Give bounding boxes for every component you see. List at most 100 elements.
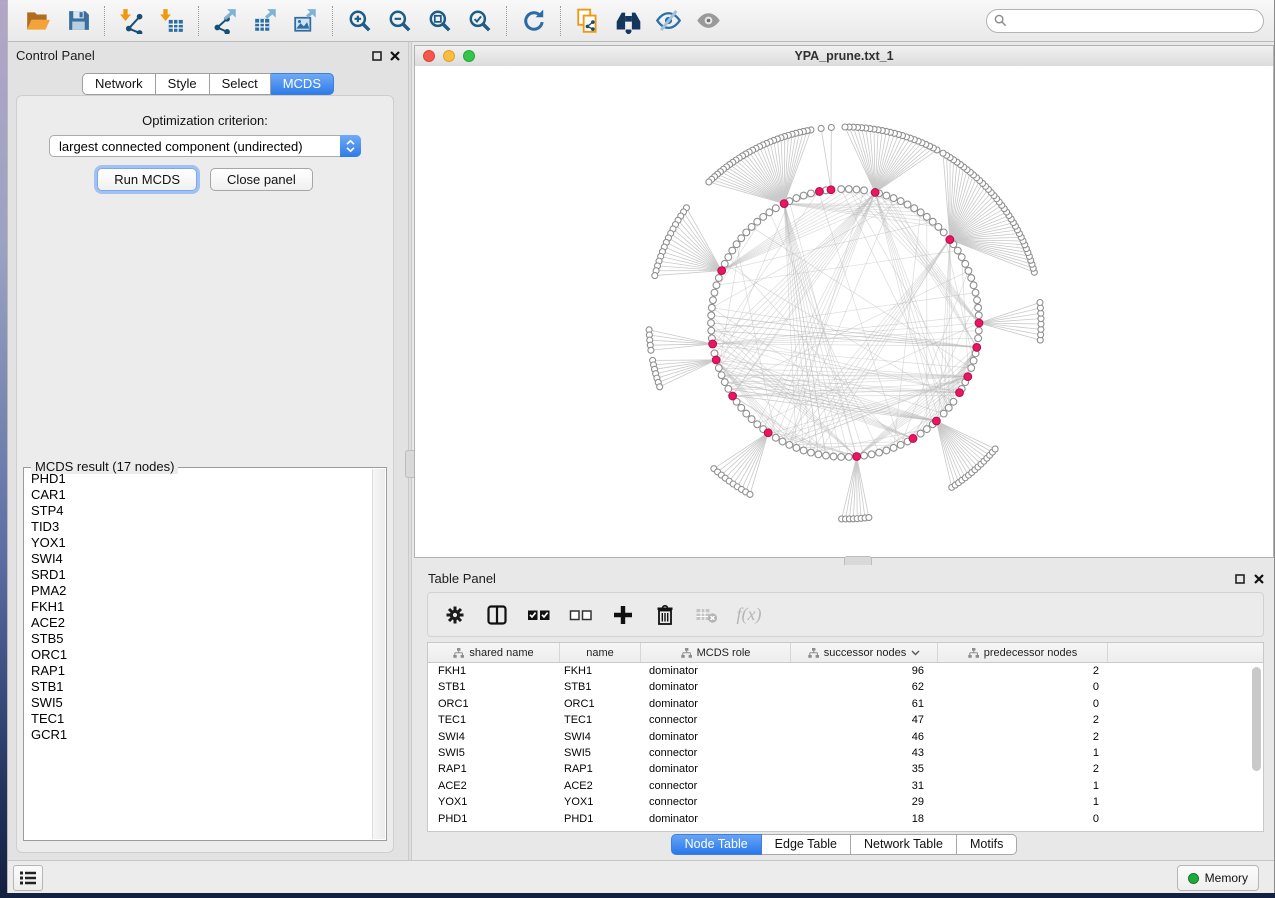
table-row[interactable]: ACE2ACE2connector311 xyxy=(428,778,1263,794)
table-cell: dominator xyxy=(641,696,791,712)
mcds-result-item[interactable]: STB1 xyxy=(25,679,373,695)
deselect-all-icon[interactable] xyxy=(566,600,596,630)
table-row[interactable]: RAP1RAP1dominator352 xyxy=(428,761,1263,777)
table-cell: SWI4 xyxy=(428,729,560,745)
refresh-view-icon[interactable] xyxy=(514,4,554,38)
float-panel-icon[interactable] xyxy=(372,48,382,66)
mcds-result-item[interactable]: PHD1 xyxy=(25,471,373,487)
search-input[interactable] xyxy=(986,9,1264,33)
open-file-icon[interactable] xyxy=(18,4,58,38)
column-header-MCDS-role[interactable]: MCDS role xyxy=(641,643,791,662)
table-row[interactable]: ORC1ORC1dominator610 xyxy=(428,696,1263,712)
toolbar-separator xyxy=(198,6,200,36)
mcds-list-scrollbar[interactable] xyxy=(372,469,385,839)
tab-node-table[interactable]: Node Table xyxy=(671,834,762,855)
table-cell: ORC1 xyxy=(560,696,641,712)
mcds-result-item[interactable]: STP4 xyxy=(25,503,373,519)
mcds-result-item[interactable]: CAR1 xyxy=(25,487,373,503)
tab-network-table[interactable]: Network Table xyxy=(851,834,957,855)
mcds-result-item[interactable]: ORC1 xyxy=(25,647,373,663)
column-header-label: shared name xyxy=(469,647,533,659)
tab-select[interactable]: Select xyxy=(210,73,271,95)
table-row[interactable]: YOX1YOX1connector291 xyxy=(428,794,1263,810)
table-row[interactable]: STB1STB1dominator620 xyxy=(428,679,1263,695)
table-cell: 2 xyxy=(938,663,1108,679)
table-scrollbar-thumb[interactable] xyxy=(1252,667,1261,771)
close-panel-icon[interactable] xyxy=(390,48,400,66)
close-panel-icon[interactable] xyxy=(1254,571,1264,589)
export-table-icon[interactable] xyxy=(246,4,286,38)
column-header-shared-name[interactable]: shared name xyxy=(428,643,560,662)
toggle-graphics-details-icon[interactable] xyxy=(648,4,688,38)
mcds-result-item[interactable]: TID3 xyxy=(25,519,373,535)
table-cell: 46 xyxy=(791,729,938,745)
optimization-criterion-select[interactable]: largest connected component (undirected) xyxy=(49,135,361,157)
horizontal-splitter[interactable] xyxy=(414,558,1274,565)
table-cell: RAP1 xyxy=(428,761,560,777)
table-toolbar: f(x) xyxy=(427,592,1264,637)
delete-column-icon[interactable] xyxy=(650,600,680,630)
add-column-icon[interactable] xyxy=(608,600,638,630)
mcds-result-item[interactable]: FKH1 xyxy=(25,599,373,615)
mcds-result-item[interactable]: TEC1 xyxy=(25,711,373,727)
mcds-result-item[interactable]: STB5 xyxy=(25,631,373,647)
select-all-icon[interactable] xyxy=(524,600,554,630)
tab-edge-table[interactable]: Edge Table xyxy=(762,834,851,855)
tree-column-icon xyxy=(968,648,979,658)
table-panel: Table Panel xyxy=(414,565,1274,861)
table-cell: SWI5 xyxy=(560,745,641,761)
search-network-icon[interactable] xyxy=(608,4,648,38)
column-header-name[interactable]: name xyxy=(560,643,641,662)
mcds-result-item[interactable]: SRD1 xyxy=(25,567,373,583)
tab-style[interactable]: Style xyxy=(156,73,210,95)
import-table-icon[interactable] xyxy=(152,4,192,38)
mcds-result-item[interactable]: PMA2 xyxy=(25,583,373,599)
network-graph[interactable] xyxy=(415,66,1275,557)
table-row[interactable]: SWI5SWI5connector431 xyxy=(428,745,1263,761)
column-header-successor-nodes[interactable]: successor nodes xyxy=(791,643,938,662)
table-cell: ORC1 xyxy=(428,696,560,712)
tab-motifs[interactable]: Motifs xyxy=(957,834,1017,855)
mcds-result-item[interactable]: ACE2 xyxy=(25,615,373,631)
export-network-icon[interactable] xyxy=(206,4,246,38)
table-row[interactable]: TEC1TEC1connector472 xyxy=(428,712,1263,728)
network-view-window: YPA_prune.txt_1 xyxy=(414,45,1274,558)
zoom-out-icon[interactable] xyxy=(380,4,420,38)
table-cell: ACE2 xyxy=(428,778,560,794)
column-header-predecessor-nodes[interactable]: predecessor nodes xyxy=(938,643,1108,662)
run-mcds-button[interactable]: Run MCDS xyxy=(97,168,197,191)
search-icon xyxy=(994,14,1007,32)
mcds-result-item[interactable]: SWI5 xyxy=(25,695,373,711)
mcds-result-item[interactable]: GCR1 xyxy=(25,727,373,743)
mcds-result-item[interactable]: RAP1 xyxy=(25,663,373,679)
zoom-in-icon[interactable] xyxy=(340,4,380,38)
float-panel-icon[interactable] xyxy=(1235,571,1245,589)
task-history-button[interactable] xyxy=(13,865,43,891)
status-bar: Memory xyxy=(8,860,1274,893)
settings-gear-icon[interactable] xyxy=(440,600,470,630)
table-cell: 31 xyxy=(791,778,938,794)
mcds-result-item[interactable]: YOX1 xyxy=(25,535,373,551)
table-cell: connector xyxy=(641,778,791,794)
table-cell: YOX1 xyxy=(428,794,560,810)
table-row[interactable]: SWI4SWI4dominator462 xyxy=(428,729,1263,745)
close-panel-button[interactable]: Close panel xyxy=(210,168,313,191)
table-cell: dominator xyxy=(641,729,791,745)
zoom-fit-icon[interactable] xyxy=(420,4,460,38)
zoom-selected-icon[interactable] xyxy=(460,4,500,38)
import-network-icon[interactable] xyxy=(112,4,152,38)
table-row[interactable]: PHD1PHD1dominator180 xyxy=(428,811,1263,827)
delete-table-disabled-icon xyxy=(692,600,722,630)
export-image-icon[interactable] xyxy=(286,4,326,38)
eye-disabled-icon[interactable] xyxy=(688,4,728,38)
column-header-label: successor nodes xyxy=(824,647,907,659)
save-session-icon[interactable] xyxy=(58,4,98,38)
network-canvas[interactable] xyxy=(415,66,1273,557)
table-row[interactable]: FKH1FKH1dominator962 xyxy=(428,663,1263,679)
memory-button[interactable]: Memory xyxy=(1177,865,1259,891)
show-columns-icon[interactable] xyxy=(482,600,512,630)
mcds-result-item[interactable]: SWI4 xyxy=(25,551,373,567)
tab-network[interactable]: Network xyxy=(82,73,156,95)
tab-mcds[interactable]: MCDS xyxy=(271,73,334,95)
clone-network-icon[interactable] xyxy=(568,4,608,38)
